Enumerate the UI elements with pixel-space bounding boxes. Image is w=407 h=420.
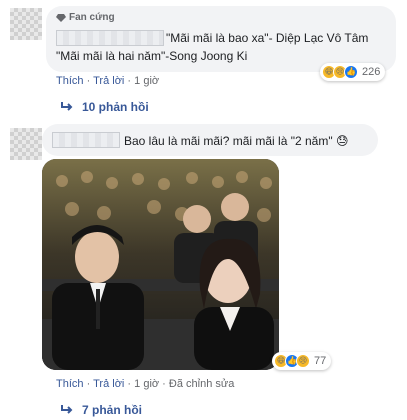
reply-link[interactable]: Trả lời bbox=[93, 75, 124, 87]
avatar[interactable] bbox=[10, 8, 42, 40]
edited-label[interactable]: Đã chỉnh sửa bbox=[169, 378, 234, 390]
comment-actions: Thích · Trả lời · 1 giờ bbox=[56, 75, 160, 87]
commenter-name[interactable] bbox=[52, 132, 120, 148]
badge-label: Fan cứng bbox=[69, 12, 115, 23]
avatar[interactable] bbox=[10, 128, 42, 160]
like-icon: 👍 bbox=[344, 65, 358, 79]
commenter-name[interactable] bbox=[56, 30, 164, 46]
reaction-count: 77 bbox=[314, 355, 327, 367]
view-replies-button[interactable]: 10 phản hồi bbox=[60, 100, 149, 114]
comment-time[interactable]: 1 giờ bbox=[134, 378, 159, 390]
comment-actions: Thích · Trả lời · 1 giờ · Đã chỉnh sửa bbox=[56, 378, 235, 390]
replies-label: 10 phản hồi bbox=[82, 100, 149, 114]
comment-time[interactable]: 1 giờ bbox=[134, 75, 159, 87]
reactions-summary[interactable]: 😆 😢 👍 226 bbox=[320, 63, 386, 81]
like-link[interactable]: Thích bbox=[56, 378, 84, 390]
reply-arrow-icon bbox=[61, 405, 73, 414]
fan-badge: Fan cứng bbox=[56, 12, 115, 23]
comment-text-line2: "Mãi mãi là hai năm"-Song Joong Ki bbox=[56, 49, 248, 63]
reply-arrow-icon bbox=[61, 102, 73, 111]
sad-icon: 😢 bbox=[296, 354, 310, 368]
reaction-count: 226 bbox=[362, 66, 381, 78]
comment-text-line1: "Mãi mãi là bao xa"- Diệp Lạc Vô Tâm bbox=[166, 31, 369, 45]
diamond-icon bbox=[56, 13, 66, 22]
reply-link[interactable]: Trả lời bbox=[93, 378, 124, 390]
view-replies-button[interactable]: 7 phản hồi bbox=[60, 403, 142, 417]
photo-content bbox=[42, 159, 279, 370]
like-link[interactable]: Thích bbox=[56, 75, 84, 87]
comment-photo[interactable] bbox=[42, 159, 279, 370]
reactions-summary[interactable]: 😆 👍 😢 77 bbox=[272, 352, 332, 370]
replies-label: 7 phản hồi bbox=[82, 403, 142, 417]
comment-text: Bao lâu là mãi mãi? mãi mãi là "2 năm" 😓 bbox=[124, 134, 349, 148]
